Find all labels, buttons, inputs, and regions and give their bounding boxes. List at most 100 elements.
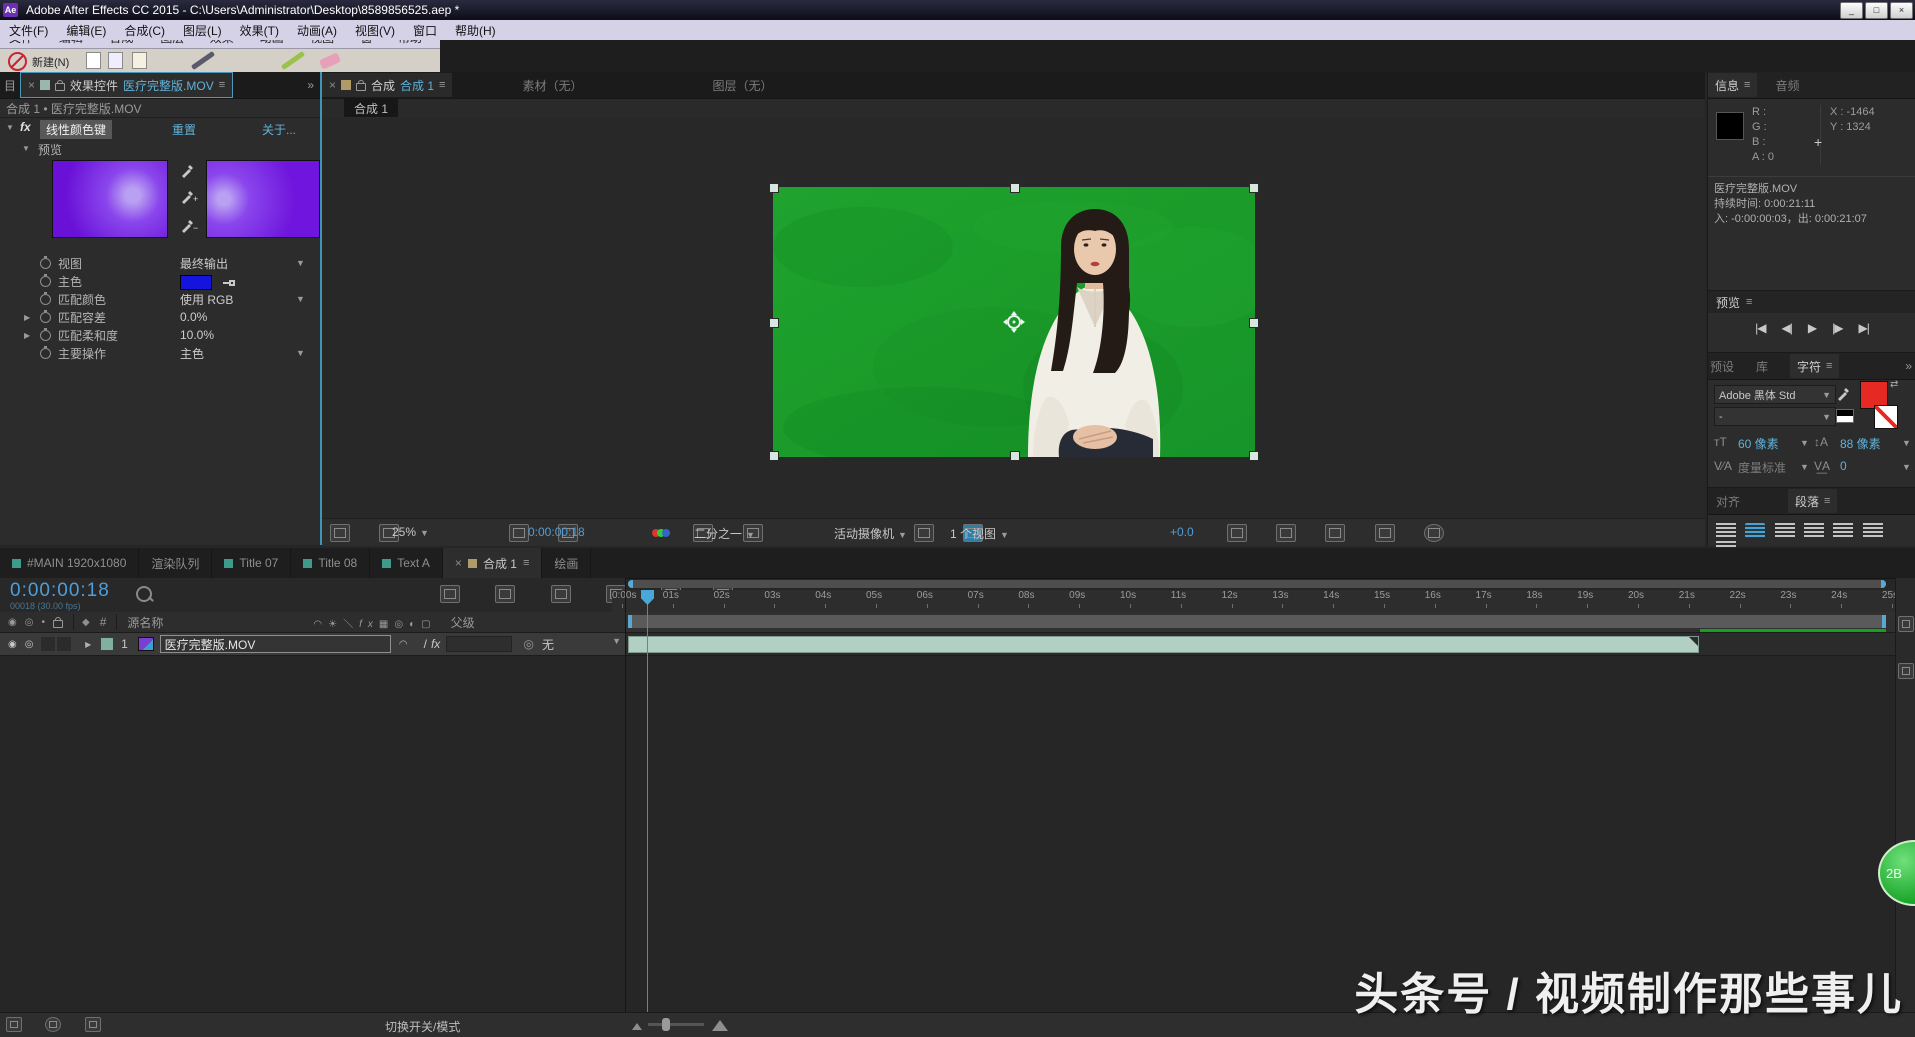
paragraph-tab[interactable]: 段落≡ (1788, 489, 1837, 513)
anchor-point-icon[interactable] (1003, 311, 1025, 333)
param-row-matchcolor[interactable]: 匹配颜色 使用 RGB ▼ (0, 290, 316, 308)
layer-quality-slash-icon[interactable]: / (424, 637, 427, 651)
preview-panel-title[interactable]: 预览 (1716, 294, 1740, 311)
share-view-icon[interactable] (1227, 524, 1247, 542)
timeline-timecode[interactable]: 0:00:00:18 (10, 580, 110, 602)
menu-item[interactable]: 动画(A) (288, 22, 346, 39)
playhead-line[interactable] (647, 590, 648, 1012)
param-row-keyop[interactable]: 主要操作 主色 ▼ (0, 344, 316, 362)
dropdown-icon[interactable]: ▼ (296, 258, 305, 268)
menu-item[interactable]: 文件(F) (0, 22, 57, 39)
panel-menu-icon[interactable]: ≡ (439, 79, 445, 91)
timeline-tab-texta[interactable]: Text A (370, 548, 443, 578)
time-ruler[interactable]: 0:00s01s02s03s04s05s06s07s08s09s10s11s12… (612, 590, 1895, 613)
document-icon[interactable] (86, 52, 101, 69)
key-color-swatch[interactable] (180, 275, 212, 290)
layer-tab[interactable]: 图层（无） (712, 77, 772, 94)
timeline-tab-comp1[interactable]: × 合成 1 ≡ (443, 548, 542, 578)
eyedropper-icon[interactable] (1836, 385, 1852, 401)
timeline-tab-renderqueue[interactable]: 渲染队列 (139, 548, 212, 578)
font-size-value[interactable]: 60 像素 (1738, 435, 1779, 452)
viewer-comp-tab[interactable]: 合成 1 (344, 99, 398, 117)
parent-pickwhip-icon[interactable]: ◎ (524, 637, 534, 651)
timeline-tab-title08[interactable]: Title 08 (291, 548, 370, 578)
magnification-select[interactable]: 25%▼ (392, 525, 429, 539)
safe-guides-icon[interactable] (509, 524, 529, 542)
eyedropper-plus-icon[interactable]: + (180, 188, 196, 207)
exposure-value[interactable]: +0.0 (1170, 525, 1194, 539)
menu-item[interactable]: 窗口 (404, 22, 446, 39)
work-area-end-bracket[interactable] (1882, 615, 1886, 628)
layer-label-swatch[interactable] (101, 638, 113, 650)
stopwatch-icon[interactable] (40, 330, 51, 341)
next-frame-button[interactable]: |▶ (1832, 321, 1842, 335)
parent-select[interactable]: 无▼ (542, 636, 625, 653)
softness-value[interactable]: 10.0% (180, 328, 214, 342)
more-panels-icon[interactable]: » (307, 78, 314, 92)
stopwatch-icon[interactable] (40, 294, 51, 305)
menu-item[interactable]: 效果(T) (231, 22, 288, 39)
layer-name[interactable]: 医疗完整版.MOV (160, 635, 391, 653)
panel-menu-icon[interactable]: ≡ (1826, 360, 1832, 372)
about-link[interactable]: 关于... (262, 121, 296, 138)
menu-item[interactable]: 帮助(H) (446, 22, 505, 39)
roi-icon[interactable] (914, 524, 934, 542)
eyedropper-icon[interactable] (180, 162, 196, 178)
expand-shy-icon[interactable] (6, 1017, 22, 1032)
selection-handle[interactable] (1010, 183, 1020, 193)
layer-expander-icon[interactable]: ▶ (85, 640, 91, 649)
info-tab[interactable]: 信息≡ (1708, 73, 1757, 97)
hide-shy-icon[interactable] (551, 585, 571, 603)
align-tab[interactable]: 对齐 (1716, 493, 1740, 510)
eyedropper-minus-icon[interactable]: − (180, 217, 196, 236)
dropdown-icon[interactable]: ▼ (1800, 438, 1809, 448)
timeline-button-icon[interactable] (1325, 524, 1345, 542)
default-fill-stroke-icon[interactable] (1836, 409, 1854, 423)
comp-mini-flowchart-icon[interactable] (440, 585, 460, 603)
zoom-in-mountain-icon[interactable] (712, 1020, 728, 1031)
stopwatch-icon[interactable] (40, 258, 51, 269)
presets-tab[interactable]: 预设 (1710, 358, 1734, 375)
stroke-color-swatch[interactable] (1874, 405, 1898, 429)
play-button[interactable]: ▶ (1808, 321, 1816, 335)
composition-tab[interactable]: × 合成 合成 1 ≡ (322, 73, 452, 97)
footage-tab[interactable]: 素材（无） (522, 77, 582, 94)
tracking-value[interactable]: 0 (1840, 459, 1847, 473)
copy-icon[interactable] (108, 52, 123, 69)
reset-link[interactable]: 重置 (172, 121, 196, 138)
comp-button-icon[interactable] (1898, 663, 1914, 679)
more-panels-icon[interactable]: » (1905, 359, 1912, 373)
preview-thumbnail-right[interactable] (206, 160, 320, 238)
layer-video-toggle[interactable]: ◉ (8, 639, 17, 650)
panel-menu-icon[interactable]: ≡ (1746, 296, 1752, 308)
expander-icon[interactable]: ▶ (24, 313, 30, 322)
new-button[interactable]: 新建(N) (32, 54, 69, 70)
menu-item[interactable]: 编辑(E) (57, 22, 115, 39)
project-tab-clipped[interactable]: 目 (4, 77, 16, 94)
font-family-select[interactable]: Adobe 黑体 Std▼ (1714, 385, 1836, 404)
expander-icon[interactable]: ▶ (24, 331, 30, 340)
pen-icon[interactable] (191, 51, 215, 70)
switch-cells[interactable] (446, 636, 511, 652)
lock-icon[interactable] (55, 83, 65, 91)
first-frame-button[interactable]: |◀ (1755, 321, 1765, 335)
library-tab[interactable]: 库 (1756, 358, 1768, 375)
selection-handle[interactable] (769, 451, 779, 461)
maximize-button[interactable]: □ (1865, 2, 1888, 19)
comp-viewer[interactable] (322, 118, 1705, 518)
collapse-icon[interactable]: ▼ (6, 123, 14, 132)
align-left-button[interactable] (1716, 523, 1736, 538)
timeline-tab-title07[interactable]: Title 07 (212, 548, 291, 578)
motion-blur-toggle-icon[interactable] (85, 1017, 101, 1032)
layer-audio-toggle[interactable]: ◎ (25, 639, 34, 650)
param-row-softness[interactable]: ▶ 匹配柔和度 10.0% (0, 326, 316, 344)
highlighter-icon[interactable] (281, 51, 305, 70)
audio-tab[interactable]: 音频 (1775, 77, 1799, 94)
prev-frame-button[interactable]: ◀| (1782, 321, 1792, 335)
effect-controls-tab[interactable]: × 效果控件 医疗完整版.MOV ≡ (20, 72, 233, 98)
dropdown-icon[interactable]: ▼ (1902, 438, 1911, 448)
preview-thumbnail-left[interactable] (52, 160, 168, 238)
fx-icon[interactable]: fx (20, 120, 31, 134)
menu-item[interactable]: 图层(L) (174, 22, 231, 39)
stopwatch-icon[interactable] (40, 312, 51, 323)
